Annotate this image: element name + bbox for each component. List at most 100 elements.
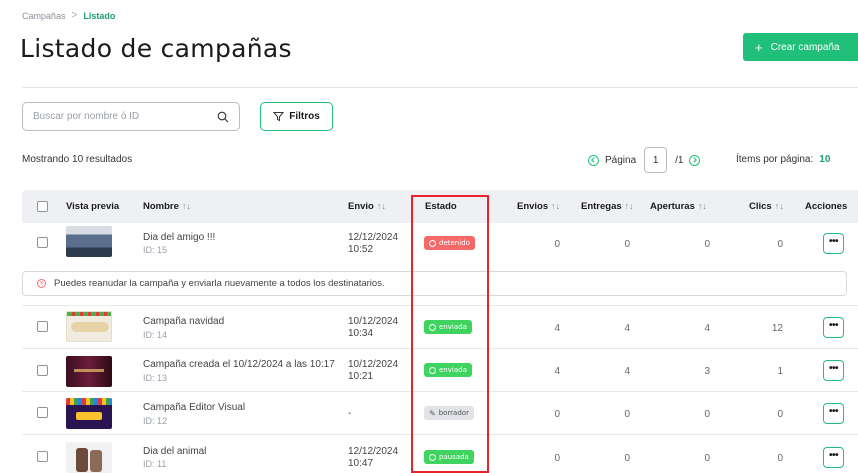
status-badge: pausada <box>424 450 474 464</box>
status-badge: ✎ borrador <box>424 406 474 420</box>
row-checkbox[interactable] <box>37 365 48 376</box>
row-checkbox[interactable] <box>37 321 48 332</box>
page-number-input[interactable]: 1 <box>644 147 668 173</box>
campaign-name[interactable]: Campaña Editor Visual <box>143 402 245 413</box>
opens-value: 3 <box>704 366 710 377</box>
page-total: /1 <box>675 154 684 166</box>
deliveries-value: 4 <box>624 366 630 377</box>
campaign-date: 12/12/2024 <box>348 232 399 243</box>
status-label: enviada <box>439 323 467 331</box>
column-sends[interactable]: Envios ↑↓ <box>517 201 560 212</box>
row-checkbox[interactable] <box>37 237 48 248</box>
column-clicks-label: Clics <box>749 201 772 212</box>
column-name-label: Nombre <box>143 201 179 212</box>
opens-value: 0 <box>704 409 710 420</box>
row-checkbox[interactable] <box>37 407 48 418</box>
campaign-thumbnail[interactable] <box>66 311 112 342</box>
campaign-name[interactable]: Dia del amigo !!! <box>143 232 215 243</box>
create-campaign-button[interactable]: + Crear campaña <box>743 33 858 61</box>
row-actions-button[interactable]: ••• <box>823 360 844 381</box>
breadcrumb-separator: > <box>71 10 78 21</box>
column-clicks[interactable]: Clics ↑↓ <box>749 201 784 212</box>
campaign-id: ID: 13 <box>143 373 168 383</box>
row-divider <box>22 348 858 349</box>
items-per-page-label: Ítems por página: <box>736 154 814 165</box>
row-divider <box>22 391 858 392</box>
previous-page-icon[interactable] <box>588 154 599 166</box>
sort-icon: ↑↓ <box>774 201 784 211</box>
campaign-date: 10/12/2024 <box>348 316 399 327</box>
status-badge: enviada <box>424 363 472 377</box>
campaign-time: 10:47 <box>348 458 374 469</box>
campaign-time: 10:21 <box>348 371 374 382</box>
row-actions-button[interactable]: ••• <box>823 317 844 338</box>
campaign-thumbnail[interactable] <box>66 356 112 387</box>
next-page-icon[interactable] <box>689 154 701 166</box>
campaign-thumbnail[interactable] <box>66 398 112 429</box>
search-input[interactable]: Buscar por nombre ó ID <box>22 102 240 131</box>
column-status: Estado <box>425 201 457 212</box>
sort-icon: ↑↓ <box>697 201 707 211</box>
sort-icon: ↑↓ <box>624 201 634 211</box>
filters-label: Filtros <box>289 111 320 122</box>
status-label: detenido <box>439 239 470 247</box>
campaign-date: 12/12/2024 <box>348 446 399 457</box>
campaign-thumbnail[interactable] <box>66 226 112 257</box>
clicks-value: 0 <box>777 239 783 250</box>
status-label: borrador <box>438 409 469 417</box>
row-actions-button[interactable]: ••• <box>823 233 844 254</box>
column-deliveries[interactable]: Entregas ↑↓ <box>581 201 634 212</box>
campaign-name[interactable]: Campaña creada el 10/12/2024 a las 10:17 <box>143 359 335 370</box>
error-icon: × <box>37 279 46 288</box>
filter-icon <box>273 112 285 122</box>
clicks-value: 0 <box>777 409 783 420</box>
column-name[interactable]: Nombre ↑↓ <box>143 201 191 212</box>
search-placeholder: Buscar por nombre ó ID <box>33 111 140 122</box>
column-sends-label: Envios <box>517 201 549 212</box>
sends-value: 0 <box>554 409 560 420</box>
column-opens[interactable]: Aperturas ↑↓ <box>650 201 707 212</box>
campaign-name[interactable]: Campaña navidad <box>143 316 224 327</box>
sends-value: 0 <box>554 453 560 464</box>
status-badge: enviada <box>424 320 472 334</box>
divider <box>22 87 858 88</box>
sends-value: 0 <box>554 239 560 250</box>
search-icon[interactable] <box>217 111 229 123</box>
campaign-thumbnail[interactable] <box>66 442 112 473</box>
column-opens-label: Aperturas <box>650 201 695 212</box>
clicks-value: 0 <box>777 453 783 464</box>
sends-value: 4 <box>554 366 560 377</box>
column-sent-date[interactable]: Envio ↑↓ <box>348 201 386 212</box>
breadcrumb-parent[interactable]: Campañas <box>22 11 66 21</box>
row-actions-button[interactable]: ••• <box>823 403 844 424</box>
create-campaign-label: Crear campaña <box>770 41 840 53</box>
campaign-id: ID: 12 <box>143 416 168 426</box>
clicks-value: 12 <box>771 323 783 334</box>
select-all-checkbox[interactable] <box>37 201 48 212</box>
deliveries-value: 0 <box>624 453 630 464</box>
page-label: Página <box>605 154 637 166</box>
items-per-page-value[interactable]: 10 <box>819 154 830 165</box>
campaign-id: ID: 11 <box>143 459 167 469</box>
sort-icon: ↑↓ <box>551 201 561 211</box>
error-icon <box>429 239 436 247</box>
status-badge: detenido <box>424 236 475 250</box>
column-sent-date-label: Envio <box>348 201 374 212</box>
campaign-date: - <box>348 408 352 419</box>
breadcrumb: Campañas > Listado <box>22 10 115 21</box>
sort-icon: ↑↓ <box>376 201 386 211</box>
check-icon <box>429 323 436 331</box>
campaign-name[interactable]: Dia del animal <box>143 446 206 457</box>
row-divider <box>22 434 858 435</box>
campaign-id: ID: 14 <box>143 330 168 340</box>
row-actions-button[interactable]: ••• <box>823 447 844 468</box>
check-icon <box>429 366 436 374</box>
opens-value: 0 <box>704 453 710 464</box>
column-deliveries-label: Entregas <box>581 201 622 212</box>
sends-value: 4 <box>554 323 560 334</box>
clicks-value: 1 <box>777 366 783 377</box>
items-per-page: Ítems por página: 10 <box>736 154 830 165</box>
row-checkbox[interactable] <box>37 451 48 462</box>
check-icon <box>429 453 436 461</box>
filters-button[interactable]: Filtros <box>260 102 333 131</box>
